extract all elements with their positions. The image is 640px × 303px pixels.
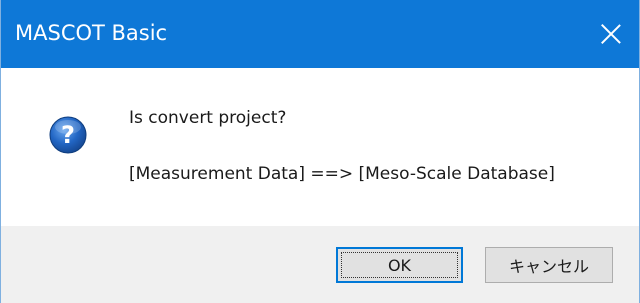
message-question: Is convert project? [129,108,287,128]
button-bar: OK キャンセル [1,226,639,303]
close-button[interactable] [583,0,639,68]
message-dialog: MASCOT Basic ? Is convert project? [Meas… [0,0,640,303]
title-bar[interactable]: MASCOT Basic [1,0,639,68]
window-title: MASCOT Basic [15,21,168,45]
close-icon [600,23,622,45]
svg-text:?: ? [61,121,75,149]
focus-ring [341,252,458,278]
cancel-button-label: キャンセル [508,257,589,276]
ok-button[interactable]: OK [336,247,463,283]
message-area: ? Is convert project? [Measurement Data]… [1,68,639,226]
message-detail: [Measurement Data] ==> [Meso-Scale Datab… [129,164,555,184]
question-icon: ? [49,116,87,154]
cancel-button[interactable]: キャンセル [485,247,613,283]
